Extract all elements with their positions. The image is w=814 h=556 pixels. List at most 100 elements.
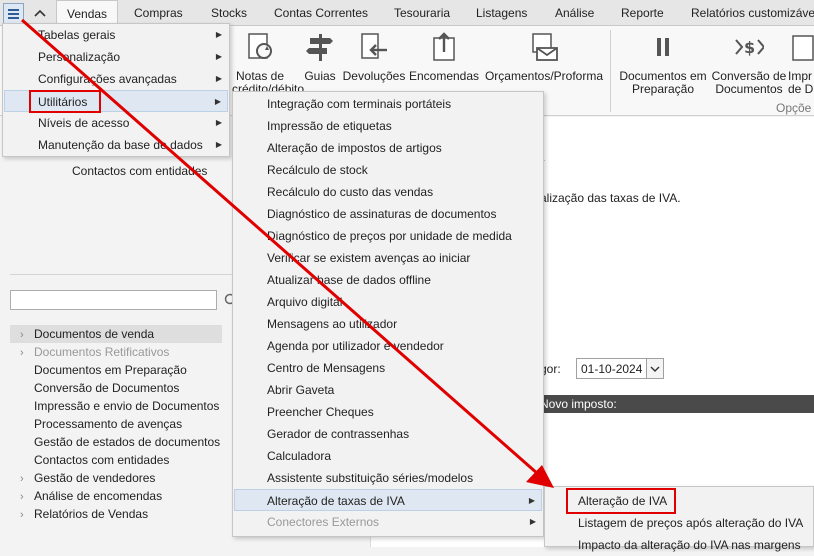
menu-item-impacto-margens[interactable]: Impacto da alteração do IVA nas margens bbox=[546, 534, 812, 556]
encomendas-button[interactable]: Encomendas bbox=[408, 26, 480, 83]
menu-item-mensagens-utilizador[interactable]: Mensagens ao utilizador bbox=[234, 313, 542, 335]
guias-button[interactable]: Guias bbox=[298, 26, 342, 83]
submenu-arrow-icon: ▶ bbox=[215, 74, 222, 83]
menu-item-alteracao-impostos-artigos[interactable]: Alteração de impostos de artigos bbox=[234, 137, 542, 159]
menu-item-impressao-etiquetas[interactable]: Impressão de etiquetas bbox=[234, 115, 542, 137]
menu-item-label: Tabelas gerais bbox=[38, 28, 116, 42]
tree-child-processamento-avencas[interactable]: Processamento de avenças bbox=[34, 415, 182, 433]
pause-icon bbox=[648, 32, 678, 62]
menu-item-abrir-gaveta[interactable]: Abrir Gaveta bbox=[234, 379, 542, 401]
tab-tesouraria[interactable]: Tesouraria bbox=[394, 0, 450, 26]
tab-contas-correntes[interactable]: Contas Correntes bbox=[274, 0, 368, 26]
documentos-em-preparacao-label: Documentos em Preparação bbox=[619, 69, 707, 96]
menu-item-atualizar-base-offline[interactable]: Atualizar base de dados offline bbox=[234, 269, 542, 291]
tab-listagens[interactable]: Listagens bbox=[476, 0, 527, 26]
print-doc-icon bbox=[790, 32, 814, 62]
menu-item-niveis-de-acesso[interactable]: Níveis de acesso ▶ bbox=[4, 112, 228, 134]
notas-credito-debito-button[interactable]: Notas de crédito/débito bbox=[232, 26, 304, 96]
hamburger-menu-icon[interactable] bbox=[3, 3, 24, 24]
menu-item-recalculo-custo-vendas[interactable]: Recálculo do custo das vendas bbox=[234, 181, 542, 203]
tree-item-relatorios-vendas[interactable]: › Relatórios de Vendas bbox=[20, 505, 148, 523]
chevron-right-icon: › bbox=[20, 347, 24, 359]
menu-item-label: Configurações avançadas bbox=[38, 72, 177, 86]
search-input[interactable] bbox=[10, 290, 217, 310]
tab-reporte[interactable]: Reporte bbox=[621, 0, 664, 26]
date-select[interactable]: 01-10-2024 bbox=[576, 358, 664, 379]
documentos-em-preparacao-button[interactable]: Documentos em Preparação bbox=[616, 26, 710, 96]
menu-item-conectores-externos: Conectores Externos ▶ bbox=[234, 511, 542, 533]
novo-imposto-header: Novo imposto: bbox=[536, 395, 814, 413]
menu-item-label: Personalização bbox=[38, 50, 121, 64]
tree-item-label: Gestão de vendedores bbox=[34, 471, 156, 485]
tree-item-label: Análise de encomendas bbox=[34, 489, 163, 503]
tree-item-documentos-retificativos[interactable]: › Documentos Retificativos bbox=[20, 343, 169, 361]
tree-item-gestao-vendedores[interactable]: › Gestão de vendedores bbox=[20, 469, 155, 487]
menu-item-label: Níveis de acesso bbox=[38, 116, 130, 130]
menu-item-assistente-substituicao[interactable]: Assistente substituição séries/modelos bbox=[234, 467, 542, 489]
chevron-right-icon: › bbox=[20, 329, 24, 341]
date-value: 01-10-2024 bbox=[581, 362, 643, 376]
menu-item-verificar-avencas[interactable]: Verificar se existem avenças ao iniciar bbox=[234, 247, 542, 269]
guias-label: Guias bbox=[304, 69, 336, 83]
chevron-right-icon: › bbox=[20, 473, 24, 485]
menu-item-personalizacao[interactable]: Personalização ▶ bbox=[4, 46, 228, 68]
impressao-documentos-label: Impr de D bbox=[788, 69, 814, 96]
utilitarios-submenu: Integração com terminais portáteis Impre… bbox=[232, 91, 544, 537]
impressao-documentos-button[interactable]: Impr de D bbox=[788, 26, 814, 96]
tree-child-contactos-entidades[interactable]: Contactos com entidades bbox=[34, 451, 169, 469]
menu-item-configuracoes-avancadas[interactable]: Configurações avançadas ▶ bbox=[4, 68, 228, 90]
tab-analise[interactable]: Análise bbox=[555, 0, 594, 26]
menu-item-label: Conectores Externos bbox=[267, 515, 380, 529]
submenu-arrow-icon: ▶ bbox=[215, 52, 222, 61]
menu-item-listagem-precos[interactable]: Listagem de preços após alteração do IVA bbox=[546, 512, 812, 534]
tab-relatorios-customizaveis[interactable]: Relatórios customizávei bbox=[691, 0, 814, 26]
menu-item-diagnostico-precos[interactable]: Diagnóstico de preços por unidade de med… bbox=[234, 225, 542, 247]
svg-text:$: $ bbox=[744, 38, 755, 57]
tree-child-impressao-envio[interactable]: Impressão e envio de Documentos bbox=[34, 397, 219, 415]
ribbon-separator bbox=[610, 30, 611, 112]
menu-item-manutencao-base-dados[interactable]: Manutenção da base de dados ▶ bbox=[4, 134, 228, 156]
encomendas-label: Encomendas bbox=[408, 69, 480, 83]
tree-child-conversao-de-documentos[interactable]: Conversão de Documentos bbox=[34, 379, 179, 397]
conversao-documentos-label: Conversão de Documentos bbox=[711, 69, 787, 96]
chevron-down-icon[interactable] bbox=[646, 359, 663, 378]
menu-item-gerador-contrassenhas[interactable]: Gerador de contrassenhas bbox=[234, 423, 542, 445]
tree-item-label: Documentos de venda bbox=[34, 327, 155, 341]
submenu-arrow-icon: ▶ bbox=[214, 97, 221, 106]
tree-child-documentos-em-preparacao[interactable]: Documentos em Preparação bbox=[34, 361, 187, 379]
refresh-doc-icon bbox=[245, 32, 275, 62]
menu-item-agenda-utilizador[interactable]: Agenda por utilizador e vendedor bbox=[234, 335, 542, 357]
menu-item-arquivo-digital[interactable]: Arquivo digital bbox=[234, 291, 542, 313]
menu-item-recalculo-stock[interactable]: Recálculo de stock bbox=[234, 159, 542, 181]
search-icon[interactable] bbox=[224, 293, 232, 307]
orcamentos-proforma-button[interactable]: Orçamentos/Proforma bbox=[482, 26, 606, 83]
devolucoes-button[interactable]: Devoluções bbox=[342, 26, 406, 83]
menu-item-preencher-cheques[interactable]: Preencher Cheques bbox=[234, 401, 542, 423]
chevron-right-icon: › bbox=[20, 509, 24, 521]
menu-item-calculadora[interactable]: Calculadora bbox=[234, 445, 542, 467]
menu-item-diagnostico-assinaturas[interactable]: Diagnóstico de assinaturas de documentos bbox=[234, 203, 542, 225]
highlight-box-alteracao-iva bbox=[566, 488, 676, 514]
tree-item-label: Documentos Retificativos bbox=[34, 345, 170, 359]
submenu-arrow-icon: ▶ bbox=[215, 118, 222, 127]
submenu-arrow-icon: ▶ bbox=[215, 140, 222, 149]
tree-child-gestao-estados[interactable]: Gestão de estados de documentos bbox=[34, 433, 220, 451]
submenu-arrow-icon: ▶ bbox=[529, 517, 536, 526]
devolucoes-label: Devoluções bbox=[342, 69, 406, 83]
collapse-ribbon-icon[interactable] bbox=[30, 4, 50, 22]
tree-item-documentos-de-venda[interactable]: › Documentos de venda bbox=[10, 325, 222, 343]
upload-doc-icon bbox=[429, 32, 459, 62]
page-description: alização das taxas de IVA. bbox=[540, 191, 681, 205]
menu-item-tabelas-gerais[interactable]: Tabelas gerais ▶ bbox=[4, 24, 228, 46]
menu-item-integracao-terminais[interactable]: Integração com terminais portáteis bbox=[234, 93, 542, 115]
convert-money-icon: $ bbox=[734, 32, 766, 62]
signpost-icon bbox=[305, 32, 335, 62]
submenu-arrow-icon: ▶ bbox=[215, 30, 222, 39]
menu-item-label: Manutenção da base de dados bbox=[38, 138, 203, 152]
contacts-link[interactable]: Contactos com entidades bbox=[72, 164, 207, 178]
tree-item-analise-encomendas[interactable]: › Análise de encomendas bbox=[20, 487, 162, 505]
conversao-documentos-button[interactable]: $ Conversão de Documentos bbox=[710, 26, 788, 96]
menu-item-alteracao-taxas-iva[interactable]: Alteração de taxas de IVA ▶ bbox=[234, 489, 542, 511]
menu-item-centro-mensagens[interactable]: Centro de Mensagens bbox=[234, 357, 542, 379]
ribbon-group-label: Opçõe bbox=[776, 101, 812, 115]
